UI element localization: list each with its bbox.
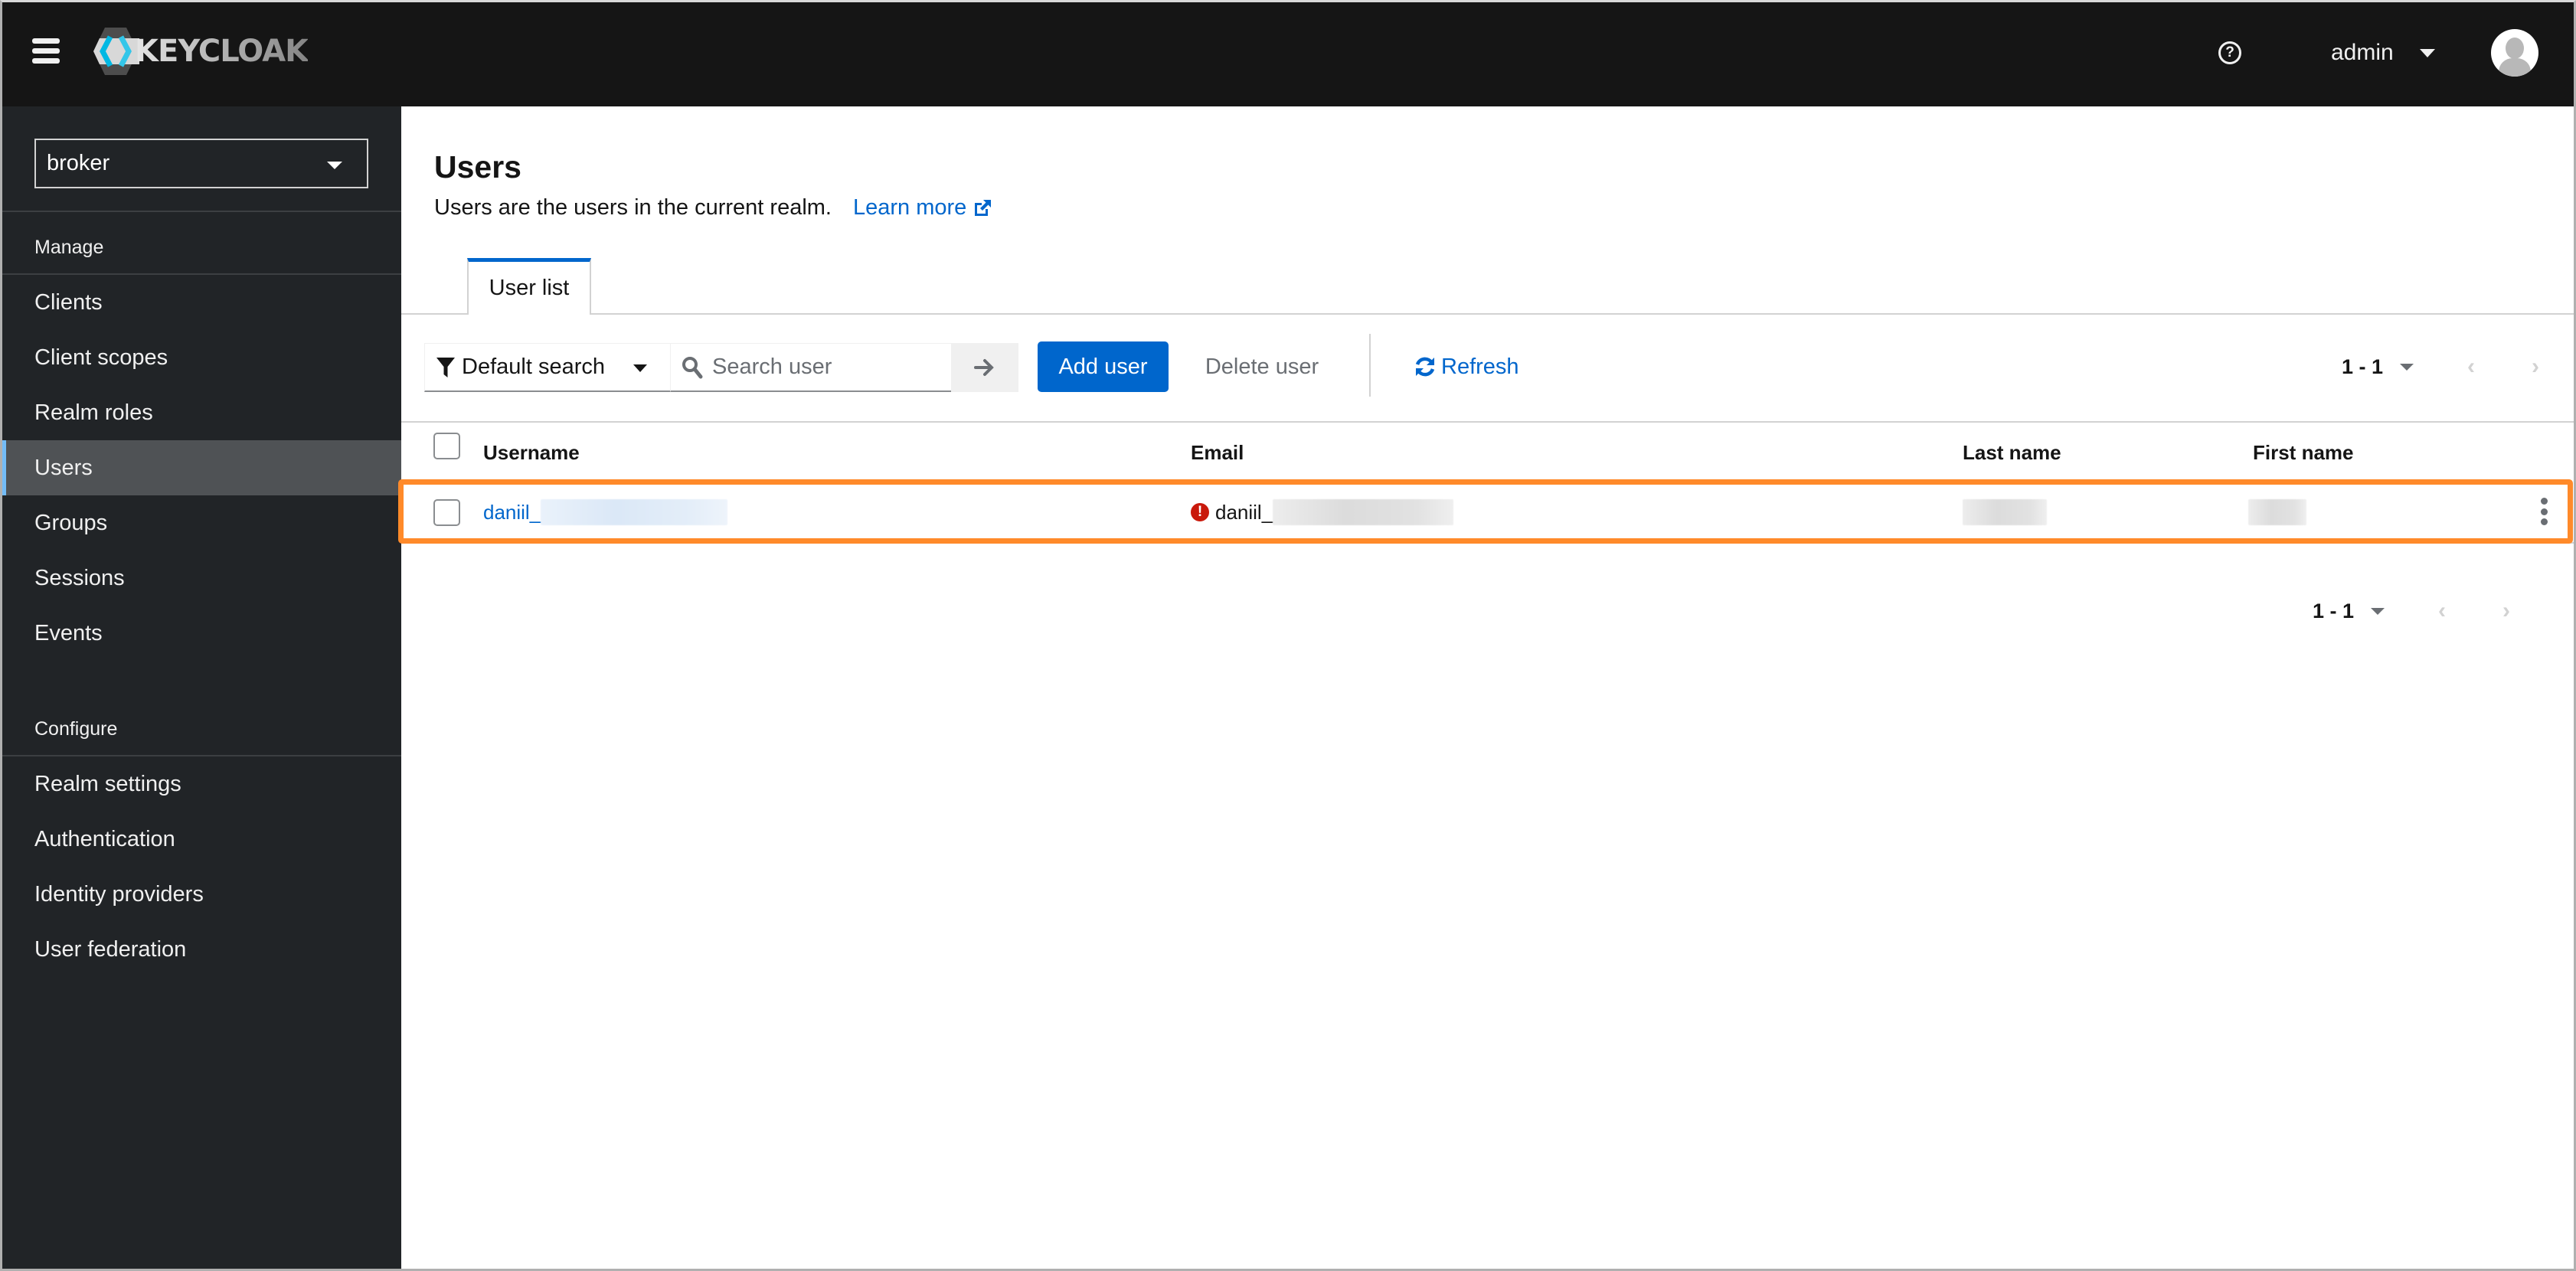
table-row: daniil_ ! daniil_ [401, 481, 2576, 544]
caret-down-icon [2371, 607, 2385, 615]
per-page-dropdown[interactable]: 1 - 1 [2342, 355, 2414, 379]
user-menu-dropdown[interactable]: admin [2331, 37, 2435, 69]
top-pagination: 1 - 1 ‹ › [2342, 344, 2547, 390]
help-icon[interactable]: ? [2218, 41, 2241, 64]
sidebar-item-label: Groups [34, 510, 108, 535]
redacted-email [1273, 499, 1454, 525]
keycloak-logo-icon [93, 28, 139, 75]
masthead: KEYCLOAK ? admin [0, 0, 2576, 106]
last-name-cell [1963, 499, 2047, 525]
add-user-button[interactable]: Add user [1038, 341, 1169, 392]
learn-more-label: Learn more [852, 195, 967, 220]
keycloak-logo[interactable]: KEYCLOAK [92, 28, 309, 75]
tabs-baseline [401, 313, 2576, 315]
caret-down-icon [327, 162, 342, 169]
sidebar-item-realm-settings[interactable]: Realm settings [0, 756, 401, 812]
caret-down-icon [2400, 363, 2414, 371]
realm-name: broker [47, 151, 110, 175]
sidebar-item-label: Authentication [34, 826, 175, 851]
search-icon [682, 356, 703, 378]
tab-user-list[interactable]: User list [467, 258, 591, 315]
redacted-last-name [1963, 499, 2047, 525]
sidebar-item-realm-roles[interactable]: Realm roles [0, 385, 401, 440]
bottom-pagination: 1 - 1 ‹ › [2313, 588, 2518, 634]
divider [0, 211, 401, 212]
sidebar-item-clients[interactable]: Clients [0, 275, 401, 330]
sidebar-item-label: Events [34, 620, 103, 645]
email-cell: ! daniil_ [1191, 499, 1454, 525]
per-page-dropdown[interactable]: 1 - 1 [2313, 600, 2385, 623]
sidebar-item-label: Realm settings [34, 771, 181, 796]
delete-user-button[interactable]: Delete user [1193, 341, 1331, 392]
sidebar-item-sessions[interactable]: Sessions [0, 551, 401, 606]
redacted-username [541, 499, 728, 525]
tab-label: User list [489, 276, 570, 300]
search-user-input[interactable] [712, 355, 934, 380]
previous-page-button[interactable]: ‹ [2460, 354, 2483, 379]
toolbar-divider [1369, 334, 1371, 397]
sidebar-item-label: Users [34, 455, 93, 480]
brand-name: KEYCLOAK [135, 34, 309, 69]
column-header-email[interactable]: Email [1191, 441, 1244, 465]
username-link[interactable]: daniil_ [483, 501, 541, 524]
first-name-cell [2248, 499, 2306, 525]
sidebar-item-authentication[interactable]: Authentication [0, 812, 401, 867]
sidebar-item-users[interactable]: Users [0, 440, 401, 495]
sidebar-item-label: Realm roles [34, 400, 153, 425]
caret-down-icon [633, 364, 647, 372]
avatar[interactable] [2491, 29, 2538, 77]
sidebar-item-label: Client scopes [34, 345, 168, 370]
row-actions-kebab-icon[interactable] [2536, 496, 2551, 527]
column-header-first-name[interactable]: First name [2253, 441, 2354, 465]
learn-more-link[interactable]: Learn more [853, 195, 992, 221]
search-type-label: Default search [462, 355, 605, 379]
search-box [671, 343, 951, 392]
sidebar: broker Manage Clients Client scopes Real… [0, 106, 401, 1271]
sidebar-item-label: Identity providers [34, 881, 204, 907]
page-description: Users are the users in the current realm… [434, 195, 992, 221]
sidebar-item-identity-providers[interactable]: Identity providers [0, 867, 401, 922]
toolbar: Default search Add user Delete user Refr… [401, 334, 2576, 397]
next-page-button[interactable]: › [2524, 354, 2547, 379]
sidebar-item-label: Clients [34, 289, 103, 315]
sidebar-item-label: Sessions [34, 565, 125, 590]
sidebar-item-user-federation[interactable]: User federation [0, 922, 401, 977]
sidebar-item-label: User federation [34, 936, 187, 962]
user-name: admin [2331, 40, 2394, 65]
refresh-icon [1415, 357, 1435, 377]
hamburger-icon[interactable] [32, 38, 60, 67]
table-top-border [401, 421, 2576, 423]
column-header-username[interactable]: Username [483, 441, 580, 465]
section-label-manage: Manage [34, 237, 104, 258]
column-header-last-name[interactable]: Last name [1963, 441, 2061, 465]
caret-down-icon [2419, 48, 2435, 57]
next-page-button[interactable]: › [2495, 598, 2518, 623]
description-text: Users are the users in the current realm… [434, 195, 832, 220]
pagination-range: 1 - 1 [2342, 355, 2384, 378]
previous-page-button[interactable]: ‹ [2431, 598, 2453, 623]
username-cell: daniil_ [483, 499, 728, 525]
external-link-icon [975, 199, 992, 216]
search-type-dropdown[interactable]: Default search [424, 343, 671, 392]
filter-icon [436, 357, 455, 377]
arrow-right-icon [974, 359, 994, 376]
email-text: daniil_ [1215, 500, 1273, 524]
realm-selector[interactable]: broker [34, 139, 368, 188]
main-content: Users Users are the users in the current… [398, 106, 2576, 1271]
row-select-checkbox[interactable] [433, 499, 460, 526]
refresh-button[interactable]: Refresh [1414, 341, 1519, 392]
sidebar-item-client-scopes[interactable]: Client scopes [0, 330, 401, 385]
sidebar-item-events[interactable]: Events [0, 606, 401, 661]
select-all-checkbox[interactable] [433, 433, 460, 459]
pagination-range: 1 - 1 [2313, 599, 2355, 622]
exclamation-circle-icon: ! [1191, 503, 1209, 521]
search-submit-button[interactable] [951, 343, 1018, 392]
sidebar-item-groups[interactable]: Groups [0, 495, 401, 551]
section-label-configure: Configure [34, 718, 118, 740]
refresh-label: Refresh [1441, 354, 1519, 379]
page-title: Users [434, 149, 521, 185]
redacted-first-name [2248, 499, 2306, 525]
